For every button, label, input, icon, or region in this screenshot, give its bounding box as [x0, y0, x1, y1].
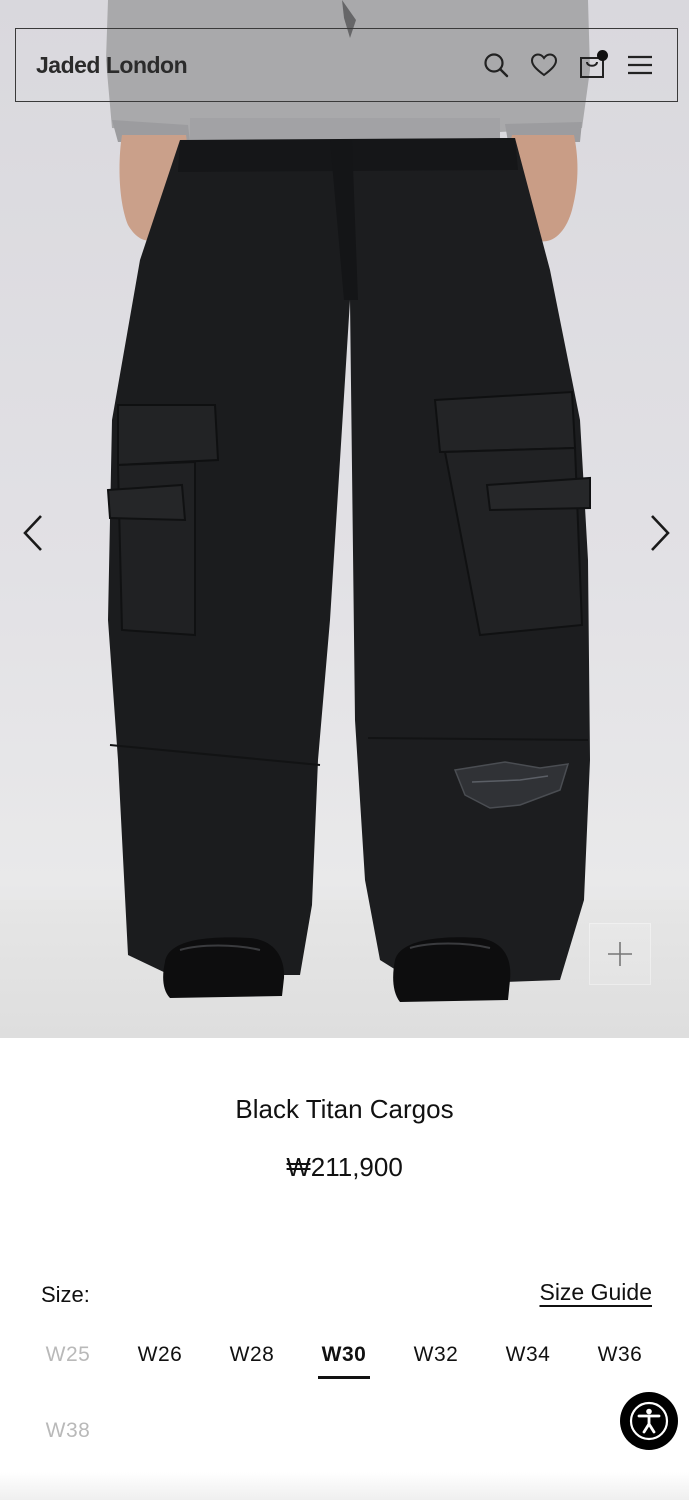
chevron-left-icon[interactable]: [13, 513, 53, 553]
product-price: ₩211,900: [286, 1152, 403, 1182]
bottom-bar-shadow: [0, 1472, 689, 1500]
size-option-w34[interactable]: W34: [493, 1343, 563, 1367]
size-option-w30[interactable]: W30: [309, 1343, 379, 1379]
product-title: Black Titan Cargos: [235, 1094, 454, 1124]
accessibility-icon[interactable]: [620, 1392, 678, 1450]
size-option-w26[interactable]: W26: [125, 1343, 195, 1367]
product-photo: [106, 0, 591, 1002]
product-image-carousel[interactable]: Jaded London: [0, 0, 689, 1038]
size-option-w36[interactable]: W36: [585, 1343, 655, 1367]
header-actions: [481, 50, 655, 80]
size-guide-link[interactable]: Size Guide: [539, 1279, 652, 1306]
cart-badge: [597, 50, 608, 61]
plus-icon[interactable]: [589, 923, 651, 985]
size-option-w25[interactable]: W25: [33, 1343, 103, 1367]
search-icon[interactable]: [481, 50, 511, 80]
size-option-w38[interactable]: W38: [33, 1419, 103, 1443]
size-option-w28[interactable]: W28: [217, 1343, 287, 1367]
size-label: Size:: [41, 1282, 90, 1307]
site-header: Jaded London: [15, 28, 678, 102]
brand-logo[interactable]: Jaded London: [36, 52, 188, 79]
size-option-w32[interactable]: W32: [401, 1343, 471, 1367]
wishlist-icon[interactable]: [529, 50, 559, 80]
cart-icon[interactable]: [577, 50, 608, 80]
menu-icon[interactable]: [625, 50, 655, 80]
chevron-right-icon[interactable]: [640, 513, 680, 553]
